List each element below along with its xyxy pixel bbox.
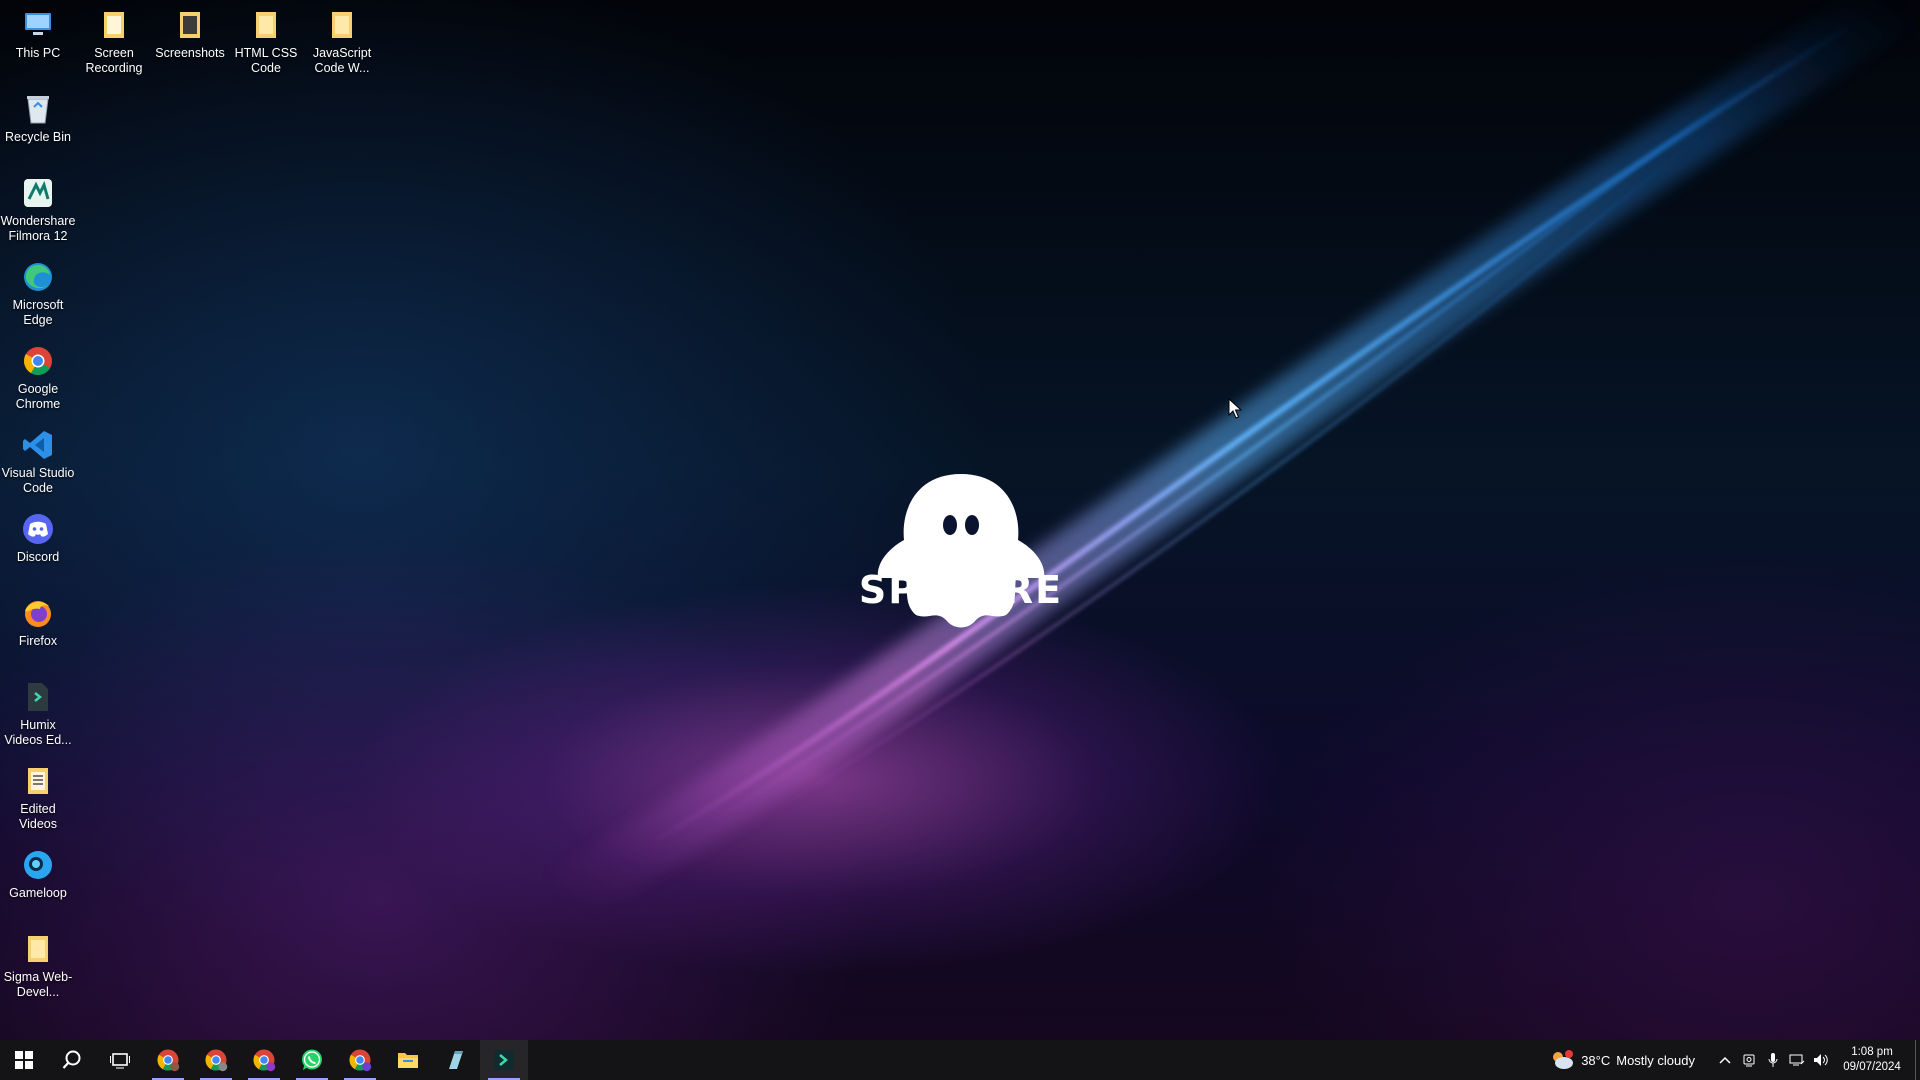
taskbar-chrome-4[interactable] <box>336 1040 384 1080</box>
cloudy-weather-icon <box>1553 1050 1574 1069</box>
edge-icon <box>21 260 55 294</box>
recycle-bin-icon <box>21 92 55 126</box>
discord-icon <box>21 512 55 546</box>
folder-icon <box>21 764 55 798</box>
whatsapp-icon <box>302 1049 322 1070</box>
spectre-logo-text: SPECTRE <box>858 568 1064 612</box>
task-view-button[interactable] <box>96 1040 144 1080</box>
windows-icon <box>15 1051 33 1069</box>
folder-icon <box>97 8 131 42</box>
taskbar-filmora[interactable] <box>480 1040 528 1080</box>
mouse-cursor-icon <box>1228 398 1242 419</box>
notepad-icon <box>449 1051 463 1069</box>
webcam-icon <box>1743 1054 1755 1067</box>
system-tray: 38°C Mostly cloudy 1:08 pm 09/07/2024 <box>1549 1040 1920 1080</box>
search-button[interactable] <box>48 1040 96 1080</box>
tray-microphone[interactable] <box>1761 1040 1785 1080</box>
chevron-up-icon <box>1719 1056 1731 1064</box>
gameloop-icon <box>21 848 55 882</box>
chrome-icon <box>349 1049 372 1072</box>
desktop: This PC Screen Recording Screenshots HTM… <box>0 0 1920 1040</box>
this-pc-icon <box>21 8 55 42</box>
desktop-icon-recycle-bin[interactable]: Recycle Bin <box>0 92 76 145</box>
file-icon <box>21 680 55 714</box>
clock[interactable]: 1:08 pm 09/07/2024 <box>1837 1045 1907 1075</box>
desktop-icon-edge[interactable]: Microsoft Edge <box>0 260 76 328</box>
desktop-icon-vscode[interactable]: Visual Studio Code <box>0 428 76 496</box>
desktop-icon-sigma-web-dev[interactable]: Sigma Web-Devel... <box>0 932 76 1000</box>
clock-date: 09/07/2024 <box>1843 1061 1901 1073</box>
desktop-icon-screen-recording[interactable]: Screen Recording <box>76 8 152 76</box>
taskbar-whatsapp[interactable] <box>288 1040 336 1080</box>
taskbar-file-explorer[interactable] <box>384 1040 432 1080</box>
vscode-icon <box>21 428 55 462</box>
tray-network[interactable] <box>1785 1040 1809 1080</box>
chrome-icon <box>157 1049 180 1072</box>
weather-condition: Mostly cloudy <box>1616 1052 1695 1068</box>
microphone-icon <box>1768 1053 1778 1067</box>
taskbar: 38°C Mostly cloudy 1:08 pm 09/07/2024 <box>0 1040 1920 1080</box>
folder-icon <box>325 8 359 42</box>
desktop-icon-gameloop[interactable]: Gameloop <box>0 848 76 901</box>
show-hidden-icons-button[interactable] <box>1713 1040 1737 1080</box>
speaker-icon <box>1814 1054 1828 1066</box>
desktop-icon-javascript-code[interactable]: JavaScript Code W... <box>304 8 380 76</box>
task-view-icon <box>110 1053 130 1069</box>
firefox-icon <box>21 596 55 630</box>
weather-temperature: 38°C <box>1581 1052 1611 1068</box>
network-icon <box>1789 1054 1805 1066</box>
chrome-icon <box>253 1049 276 1072</box>
start-button[interactable] <box>0 1040 48 1080</box>
desktop-icon-edited-videos[interactable]: Edited Videos <box>0 764 76 832</box>
desktop-icon-this-pc[interactable]: This PC <box>0 8 76 61</box>
chrome-icon <box>21 344 55 378</box>
taskbar-chrome-1[interactable] <box>144 1040 192 1080</box>
desktop-icon-discord[interactable]: Discord <box>0 512 76 565</box>
taskbar-chrome-2[interactable] <box>192 1040 240 1080</box>
tray-meet-now[interactable] <box>1737 1040 1761 1080</box>
desktop-icon-humix-videos[interactable]: Humix Videos Ed... <box>0 680 76 748</box>
taskbar-notepad[interactable] <box>432 1040 480 1080</box>
file-explorer-icon <box>398 1053 418 1068</box>
search-icon <box>62 1050 81 1069</box>
weather-widget[interactable]: 38°C Mostly cloudy <box>1549 1049 1695 1071</box>
desktop-icon-html-css-code[interactable]: HTML CSS Code <box>228 8 304 76</box>
folder-icon <box>249 8 283 42</box>
filmora-icon <box>21 176 55 210</box>
desktop-icon-filmora[interactable]: Wondershare Filmora 12 <box>0 176 76 244</box>
desktop-icon-firefox[interactable]: Firefox <box>0 596 76 649</box>
clock-time: 1:08 pm <box>1851 1046 1893 1058</box>
desktop-icon-chrome[interactable]: Google Chrome <box>0 344 76 412</box>
chrome-icon <box>205 1049 228 1072</box>
desktop-icon-screenshots[interactable]: Screenshots <box>152 8 228 61</box>
tray-volume[interactable] <box>1809 1040 1833 1080</box>
folder-icon <box>21 932 55 966</box>
filmora-icon <box>494 1050 514 1070</box>
spectre-ghost-logo <box>877 474 1045 628</box>
folder-icon <box>173 8 207 42</box>
taskbar-chrome-3[interactable] <box>240 1040 288 1080</box>
show-desktop-button[interactable] <box>1915 1040 1920 1080</box>
